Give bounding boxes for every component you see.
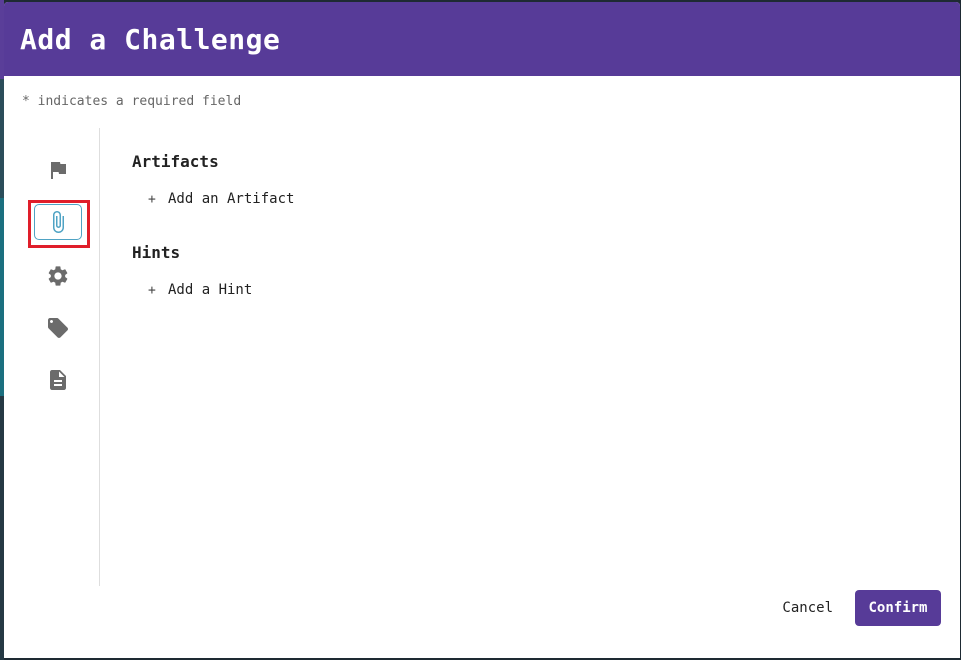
artifacts-title: Artifacts xyxy=(132,152,219,171)
side-nav xyxy=(4,128,100,586)
flag-icon xyxy=(51,162,66,179)
confirm-button[interactable]: Confirm xyxy=(855,590,941,626)
required-field-note: * indicates a required field xyxy=(22,94,242,109)
active-item-highlight xyxy=(28,200,90,248)
add-challenge-dialog: Add a Challenge * indicates a required f… xyxy=(4,2,960,658)
plus-icon: + xyxy=(148,191,156,207)
document-icon xyxy=(50,370,66,390)
add-artifact-label: Add an Artifact xyxy=(168,191,295,207)
nav-item-tags[interactable] xyxy=(34,310,82,346)
gear-icon xyxy=(48,266,68,286)
nav-item-details[interactable] xyxy=(34,152,82,188)
add-artifact-button[interactable]: + Add an Artifact xyxy=(148,191,294,207)
add-hint-label: Add a Hint xyxy=(168,282,253,298)
dialog-content: Artifacts + Add an Artifact Hints + Add … xyxy=(132,152,294,298)
plus-icon: + xyxy=(148,282,156,298)
artifacts-section: Artifacts + Add an Artifact xyxy=(132,152,294,207)
nav-item-description[interactable] xyxy=(34,362,82,398)
nav-item-settings[interactable] xyxy=(34,258,82,294)
hints-title: Hints xyxy=(132,243,181,262)
cancel-button[interactable]: Cancel xyxy=(768,592,847,624)
tag-icon xyxy=(48,318,68,338)
dialog-title: Add a Challenge xyxy=(20,22,281,56)
add-hint-button[interactable]: + Add a Hint xyxy=(148,282,294,298)
dialog-footer: Cancel Confirm xyxy=(768,590,941,626)
hints-section: Hints + Add a Hint xyxy=(132,243,294,298)
dialog-header: Add a Challenge xyxy=(4,2,960,76)
